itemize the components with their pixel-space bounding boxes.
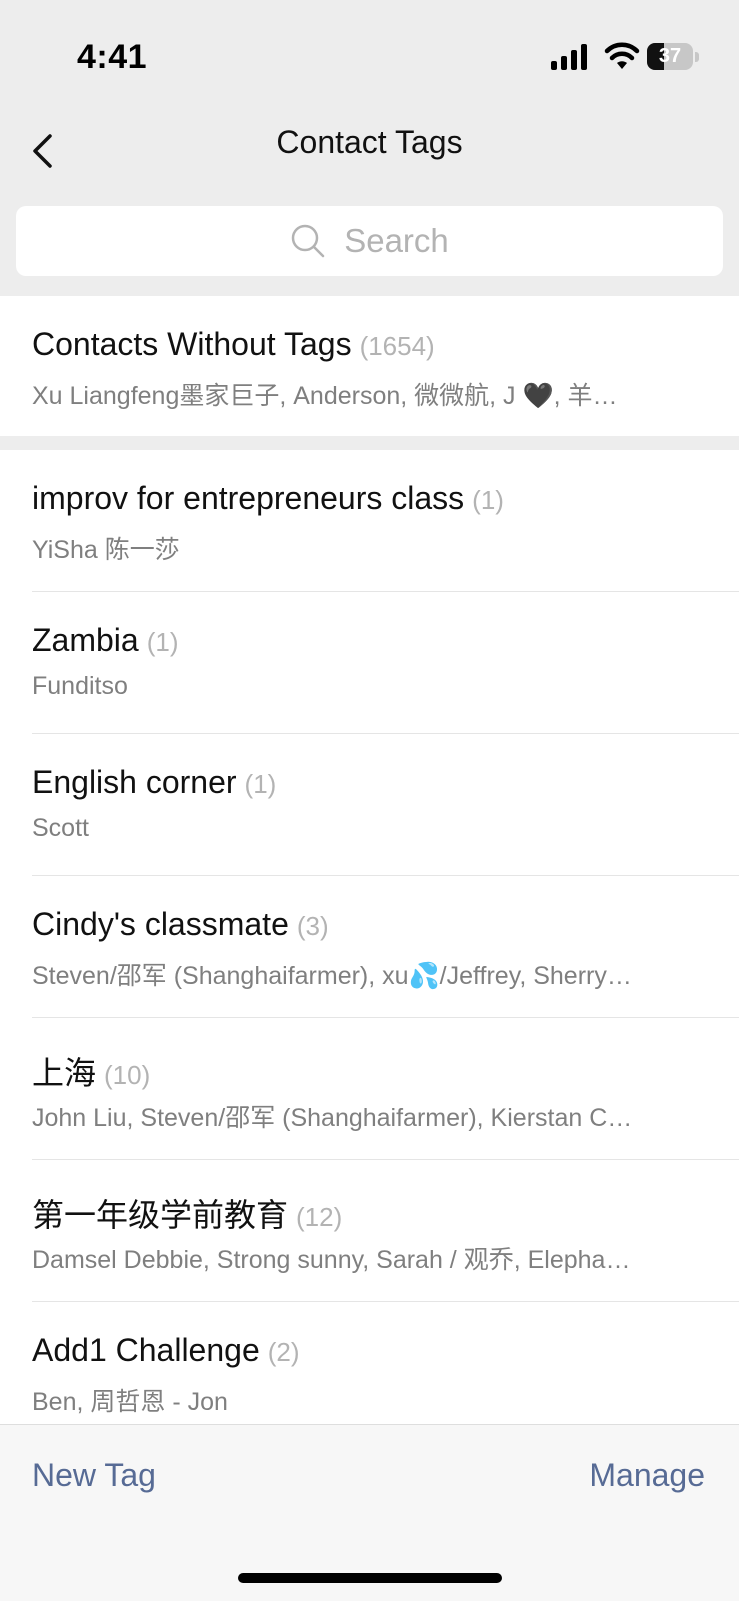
battery-body: 37 [647, 43, 693, 70]
tag-row[interactable]: Add1 Challenge (2) Ben, 周哲恩 - Jon [0, 1302, 739, 1444]
tags-section: improv for entrepreneurs class (1) YiSha … [0, 450, 739, 1444]
tag-count: (2) [267, 1337, 300, 1367]
new-tag-button[interactable]: New Tag [32, 1457, 156, 1494]
tag-name: improv for entrepreneurs class [32, 480, 465, 516]
battery-cap [695, 52, 699, 62]
tag-count: (1) [146, 627, 179, 657]
nav-bar: Contact Tags [0, 110, 739, 198]
untagged-members: Xu Liangfeng墨家巨子, Anderson, 微微航, J 🖤, 羊… [32, 382, 618, 410]
search-input[interactable]: Search [16, 206, 723, 276]
tag-list: Contacts Without Tags (1654) Xu Liangfeng… [0, 296, 739, 1444]
tag-name: 第一年级学前教育 [32, 1197, 289, 1233]
tag-members: John Liu, Steven/邵军 (Shanghaifarmer), Ki… [32, 1104, 633, 1132]
tag-members: Scott [32, 814, 89, 842]
signal-icon [551, 44, 587, 70]
tag-row[interactable]: English corner (1) Scott [0, 734, 739, 876]
row-title: 上海 (10) [32, 1048, 150, 1094]
tag-count: (12) [296, 1202, 343, 1232]
tag-count: (10) [104, 1060, 151, 1090]
tag-name: English corner [32, 764, 237, 800]
manage-button[interactable]: Manage [589, 1457, 705, 1494]
section-gap [0, 436, 739, 450]
tag-name: Zambia [32, 622, 139, 658]
tag-name: Cindy's classmate [32, 906, 289, 942]
battery-icon: 37 [647, 43, 699, 70]
tag-members: YiSha 陈一莎 [32, 536, 180, 564]
row-title: Add1 Challenge (2) [32, 1332, 300, 1369]
search-icon [291, 224, 325, 258]
untagged-count: (1654) [359, 331, 435, 361]
page-title: Contact Tags [276, 124, 463, 160]
status-bar: 4:41 37 [0, 0, 739, 110]
tag-members: Damsel Debbie, Strong sunny, Sarah / 观乔,… [32, 1246, 631, 1274]
tag-row[interactable]: 第一年级学前教育 (12) Damsel Debbie, Strong sunny… [0, 1160, 739, 1302]
row-title: Contacts Without Tags (1654) [32, 326, 435, 363]
tag-count: (1) [472, 485, 504, 515]
tag-row[interactable]: Cindy's classmate (3) Steven/邵军 (Shanghai… [0, 876, 739, 1018]
row-title: Cindy's classmate (3) [32, 906, 329, 943]
row-title: Zambia (1) [32, 622, 178, 659]
tag-members: Funditso [32, 672, 128, 700]
tag-count: (1) [244, 769, 277, 799]
wifi-icon [604, 42, 640, 69]
row-title: English corner (1) [32, 764, 276, 801]
row-title: 第一年级学前教育 (12) [32, 1190, 342, 1236]
tag-row[interactable]: improv for entrepreneurs class (1) YiSha … [0, 450, 739, 592]
untagged-section: Contacts Without Tags (1654) Xu Liangfeng… [0, 296, 739, 436]
home-indicator[interactable] [238, 1573, 502, 1583]
tag-count: (3) [296, 911, 329, 941]
tag-members: Ben, 周哲恩 - Jon [32, 1388, 228, 1416]
tag-row[interactable]: Zambia (1) Funditso [0, 592, 739, 734]
row-title: improv for entrepreneurs class (1) [32, 480, 504, 517]
battery-level: 37 [658, 45, 682, 67]
tag-name: Add1 Challenge [32, 1332, 260, 1368]
tag-members: Steven/邵军 (Shanghaifarmer), xu💦/Jeffrey,… [32, 962, 632, 990]
untagged-contacts-row[interactable]: Contacts Without Tags (1654) Xu Liangfeng… [0, 296, 739, 436]
tag-row[interactable]: 上海 (10) John Liu, Steven/邵军 (Shanghaifarm… [0, 1018, 739, 1160]
tag-name: 上海 [32, 1055, 97, 1091]
search-placeholder: Search [344, 222, 449, 259]
untagged-title: Contacts Without Tags [32, 326, 352, 362]
status-time: 4:41 [77, 38, 148, 76]
search-content: Search [16, 206, 723, 276]
